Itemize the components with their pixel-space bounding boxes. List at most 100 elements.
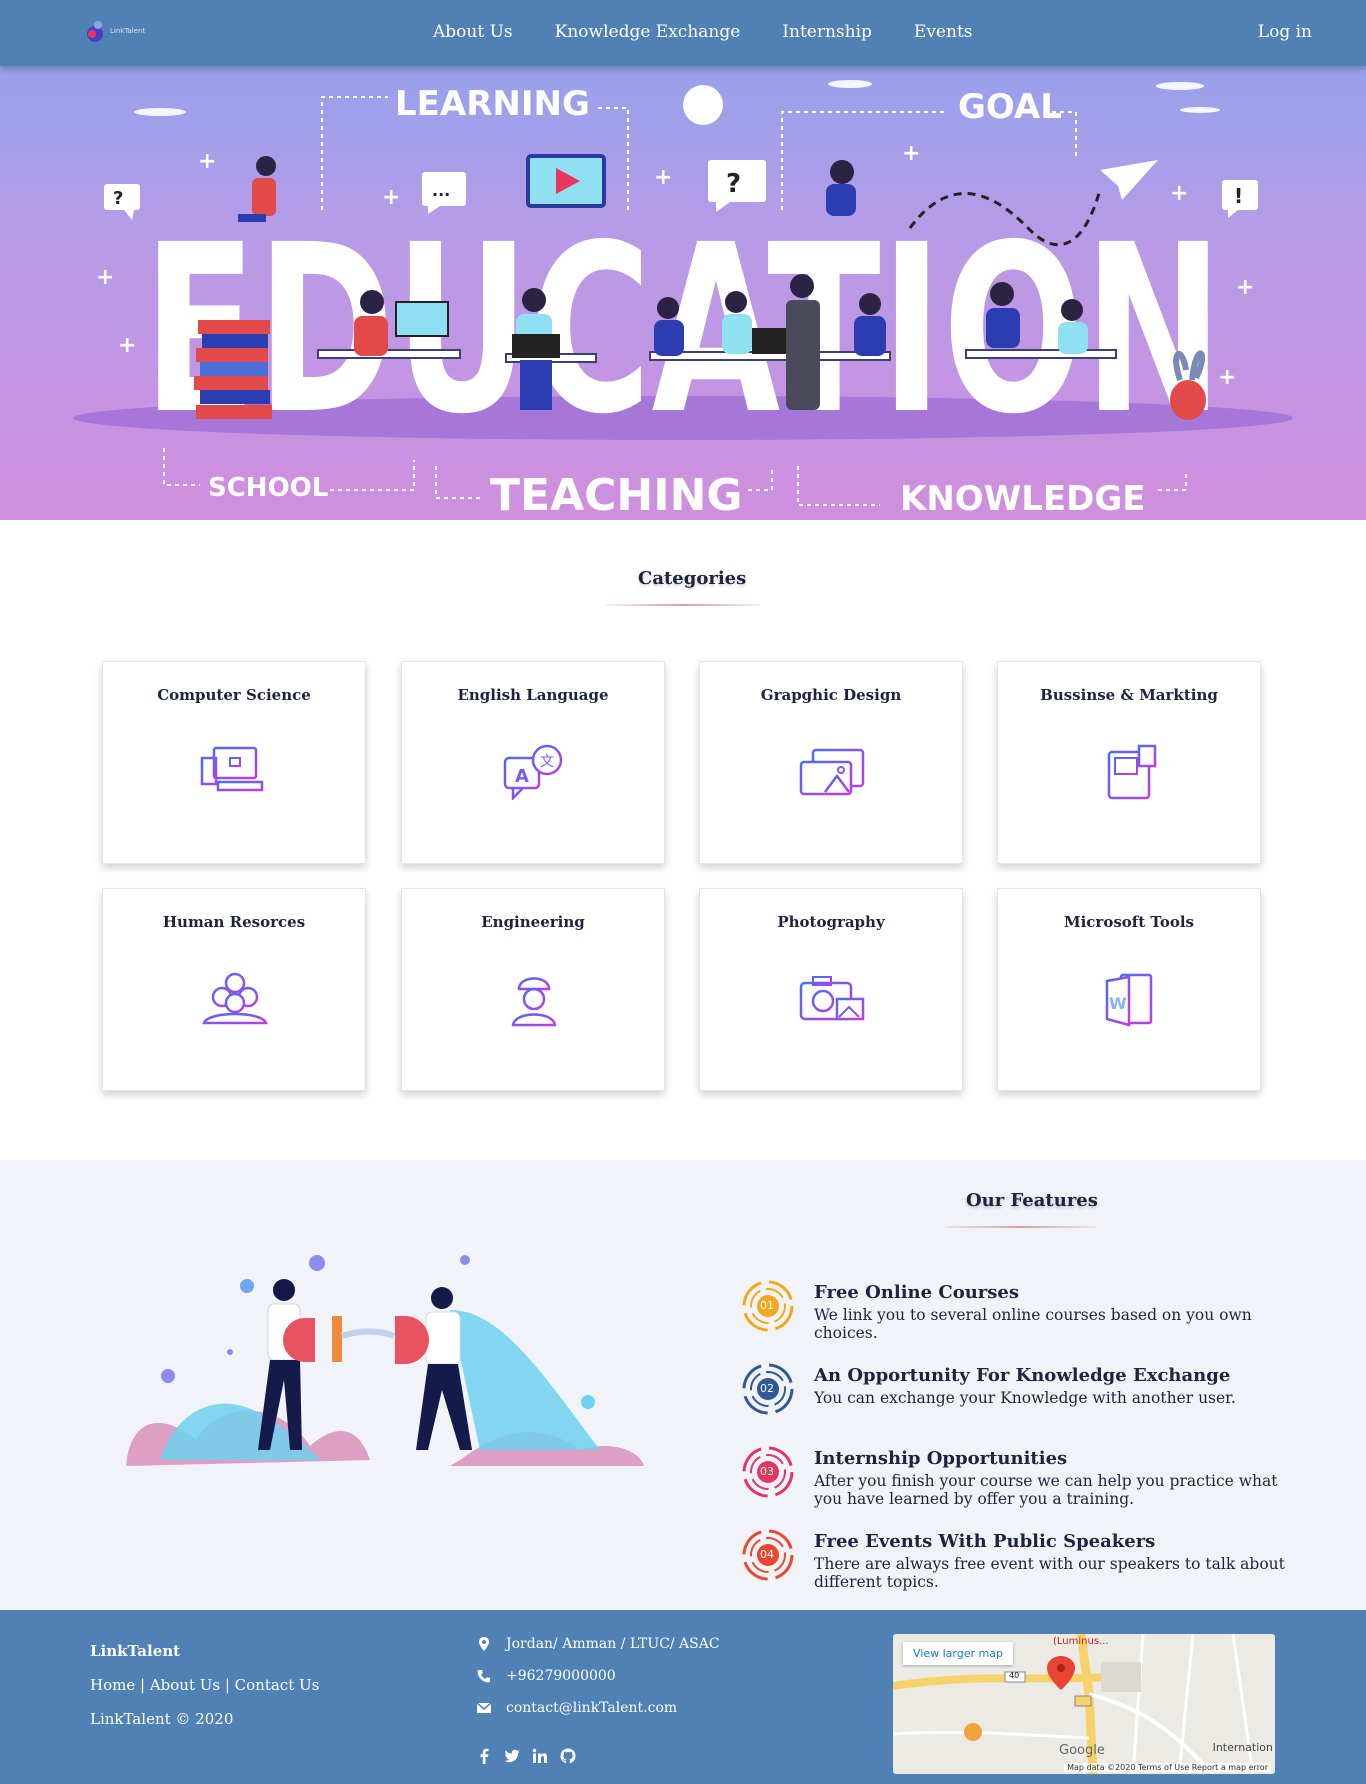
map-attribution[interactable]: Map data ©2020 Terms of Use Report a map…	[1064, 1763, 1271, 1772]
footer-link-contact[interactable]: Contact Us	[235, 1676, 320, 1694]
nav-internship[interactable]: Internship	[782, 22, 872, 42]
nav-events[interactable]: Events	[914, 22, 973, 42]
phone-icon	[477, 1670, 490, 1683]
svg-text:+: +	[96, 265, 114, 290]
footer-phone: +96279000000	[476, 1668, 616, 1684]
svg-text:+: +	[902, 141, 920, 166]
svg-text:...: ...	[432, 181, 450, 200]
feature-description: We link you to several online courses ba…	[814, 1306, 1252, 1342]
education-illustration: EDUCATION LEARNING GOAL SCHOOL TEACHING …	[73, 80, 1293, 520]
feature-title: Free Events With Public Speakers	[814, 1531, 1156, 1552]
email-text[interactable]: contact@linkTalent.com	[506, 1700, 677, 1716]
social-links	[476, 1748, 576, 1764]
footer: LinkTalent Home | About Us | Contact Us …	[0, 1610, 1366, 1784]
nav-menu: About Us Knowledge Exchange Internship E…	[433, 22, 1015, 42]
footer-email: contact@linkTalent.com	[476, 1700, 677, 1716]
category-card-graphic-design[interactable]: Grapghic Design	[699, 661, 963, 864]
hero-word-learning: LEARNING	[395, 84, 590, 124]
categories-underline	[606, 604, 760, 606]
logo-mark-icon	[87, 21, 103, 42]
category-card-human-resources[interactable]: Human Resorces	[102, 888, 366, 1091]
feature-title: Free Online Courses	[814, 1282, 1019, 1303]
hero-word-teaching: TEACHING	[490, 470, 743, 520]
category-card-business-marketing[interactable]: Bussinse & Markting	[997, 661, 1261, 864]
categories-title: Categories	[638, 568, 747, 589]
feature-title: An Opportunity For Knowledge Exchange	[814, 1365, 1231, 1386]
footer-link-home[interactable]: Home	[90, 1676, 135, 1694]
map-area-label: Internation	[1212, 1741, 1273, 1754]
feature-description: You can exchange your Knowledge with ano…	[814, 1389, 1236, 1407]
engineer-icon	[507, 977, 561, 1027]
camera-icon	[799, 976, 865, 1021]
svg-text:+: +	[118, 333, 136, 358]
phone-text[interactable]: +96279000000	[506, 1668, 616, 1684]
hero-word-knowledge: KNOWLEDGE	[900, 479, 1145, 519]
feature-number: 02	[760, 1382, 774, 1395]
footer-brand: LinkTalent	[90, 1642, 181, 1660]
category-title: Bussinse & Markting	[1040, 686, 1218, 704]
logo-text: LinkTalent	[110, 27, 146, 35]
location-map[interactable]: View larger map (Luminus... 40 Google In…	[893, 1634, 1275, 1774]
hero-word-school: SCHOOL	[208, 473, 328, 503]
linktalent-logo[interactable]: LinkTalent	[84, 20, 146, 44]
svg-text:?: ?	[113, 188, 123, 209]
feature-number: 03	[760, 1465, 774, 1478]
svg-text:W: W	[1109, 994, 1127, 1013]
hero-banner: EDUCATION LEARNING GOAL SCHOOL TEACHING …	[0, 0, 1366, 520]
features-section: Our Features 01 Free Online Courses We l…	[0, 1160, 1366, 1610]
features-title: Our Features	[966, 1190, 1098, 1211]
top-navbar: LinkTalent About Us Knowledge Exchange I…	[0, 0, 1366, 66]
map-road-number: 40	[1009, 1671, 1020, 1680]
svg-text:+: +	[198, 149, 216, 174]
svg-text:+: +	[1236, 275, 1254, 300]
footer-links: Home | About Us | Contact Us	[90, 1676, 320, 1694]
facebook-icon[interactable]	[476, 1748, 492, 1764]
feature-number: 04	[760, 1548, 774, 1561]
category-card-microsoft-tools[interactable]: Microsoft Tools W	[997, 888, 1261, 1091]
feature-description: There are always free event with our spe…	[814, 1555, 1285, 1591]
svg-text:+: +	[382, 185, 400, 210]
category-title: Human Resorces	[162, 913, 306, 931]
category-title: English Language	[457, 686, 609, 704]
envelope-icon	[476, 1702, 492, 1713]
svg-text:+: +	[1218, 365, 1236, 390]
footer-link-about[interactable]: About Us	[150, 1676, 220, 1694]
category-card-photography[interactable]: Photography	[699, 888, 963, 1091]
category-title: Grapghic Design	[760, 686, 902, 704]
hero-word-goal: GOAL	[958, 87, 1062, 127]
category-title: Photography	[777, 913, 885, 931]
view-larger-map-link[interactable]: View larger map	[903, 1642, 1013, 1665]
computer-icon	[200, 746, 264, 792]
image-design-icon	[799, 748, 865, 796]
svg-text:+: +	[654, 165, 672, 190]
category-card-english-language[interactable]: English Language A 文	[401, 661, 665, 864]
footer-address: Jordan/ Amman / LTUC/ ASAC	[476, 1636, 720, 1652]
document-chart-icon	[1107, 744, 1157, 800]
map-marker-icon	[479, 1637, 489, 1651]
video-play-icon	[526, 154, 606, 208]
feature-number: 01	[760, 1299, 774, 1312]
people-group-icon	[202, 972, 268, 1025]
footer-copyright: LinkTalent © 2020	[90, 1710, 234, 1728]
nav-about-us[interactable]: About Us	[433, 22, 513, 42]
features-underline	[945, 1226, 1097, 1228]
address-text: Jordan/ Amman / LTUC/ ASAC	[506, 1636, 720, 1652]
teamwork-illustration	[126, 1255, 644, 1466]
category-card-engineering[interactable]: Engineering	[401, 888, 665, 1091]
svg-text:+: +	[1170, 181, 1188, 206]
feature-description: After you finish your course we can help…	[814, 1472, 1278, 1508]
category-title: Microsoft Tools	[1064, 913, 1194, 931]
google-logo: Google	[1059, 1743, 1105, 1758]
linkedin-icon[interactable]	[532, 1748, 548, 1764]
category-card-computer-science[interactable]: Computer Science	[102, 661, 366, 864]
svg-text:!: !	[1234, 184, 1243, 208]
github-icon[interactable]	[560, 1748, 576, 1764]
word-document-icon: W	[1105, 973, 1153, 1027]
svg-text:?: ?	[726, 169, 741, 199]
twitter-icon[interactable]	[504, 1748, 520, 1764]
login-link[interactable]: Log in	[1258, 22, 1312, 42]
category-title: Engineering	[481, 913, 585, 931]
svg-text:文: 文	[540, 754, 554, 770]
feature-title: Internship Opportunities	[814, 1448, 1068, 1469]
nav-knowledge-exchange[interactable]: Knowledge Exchange	[555, 22, 741, 42]
